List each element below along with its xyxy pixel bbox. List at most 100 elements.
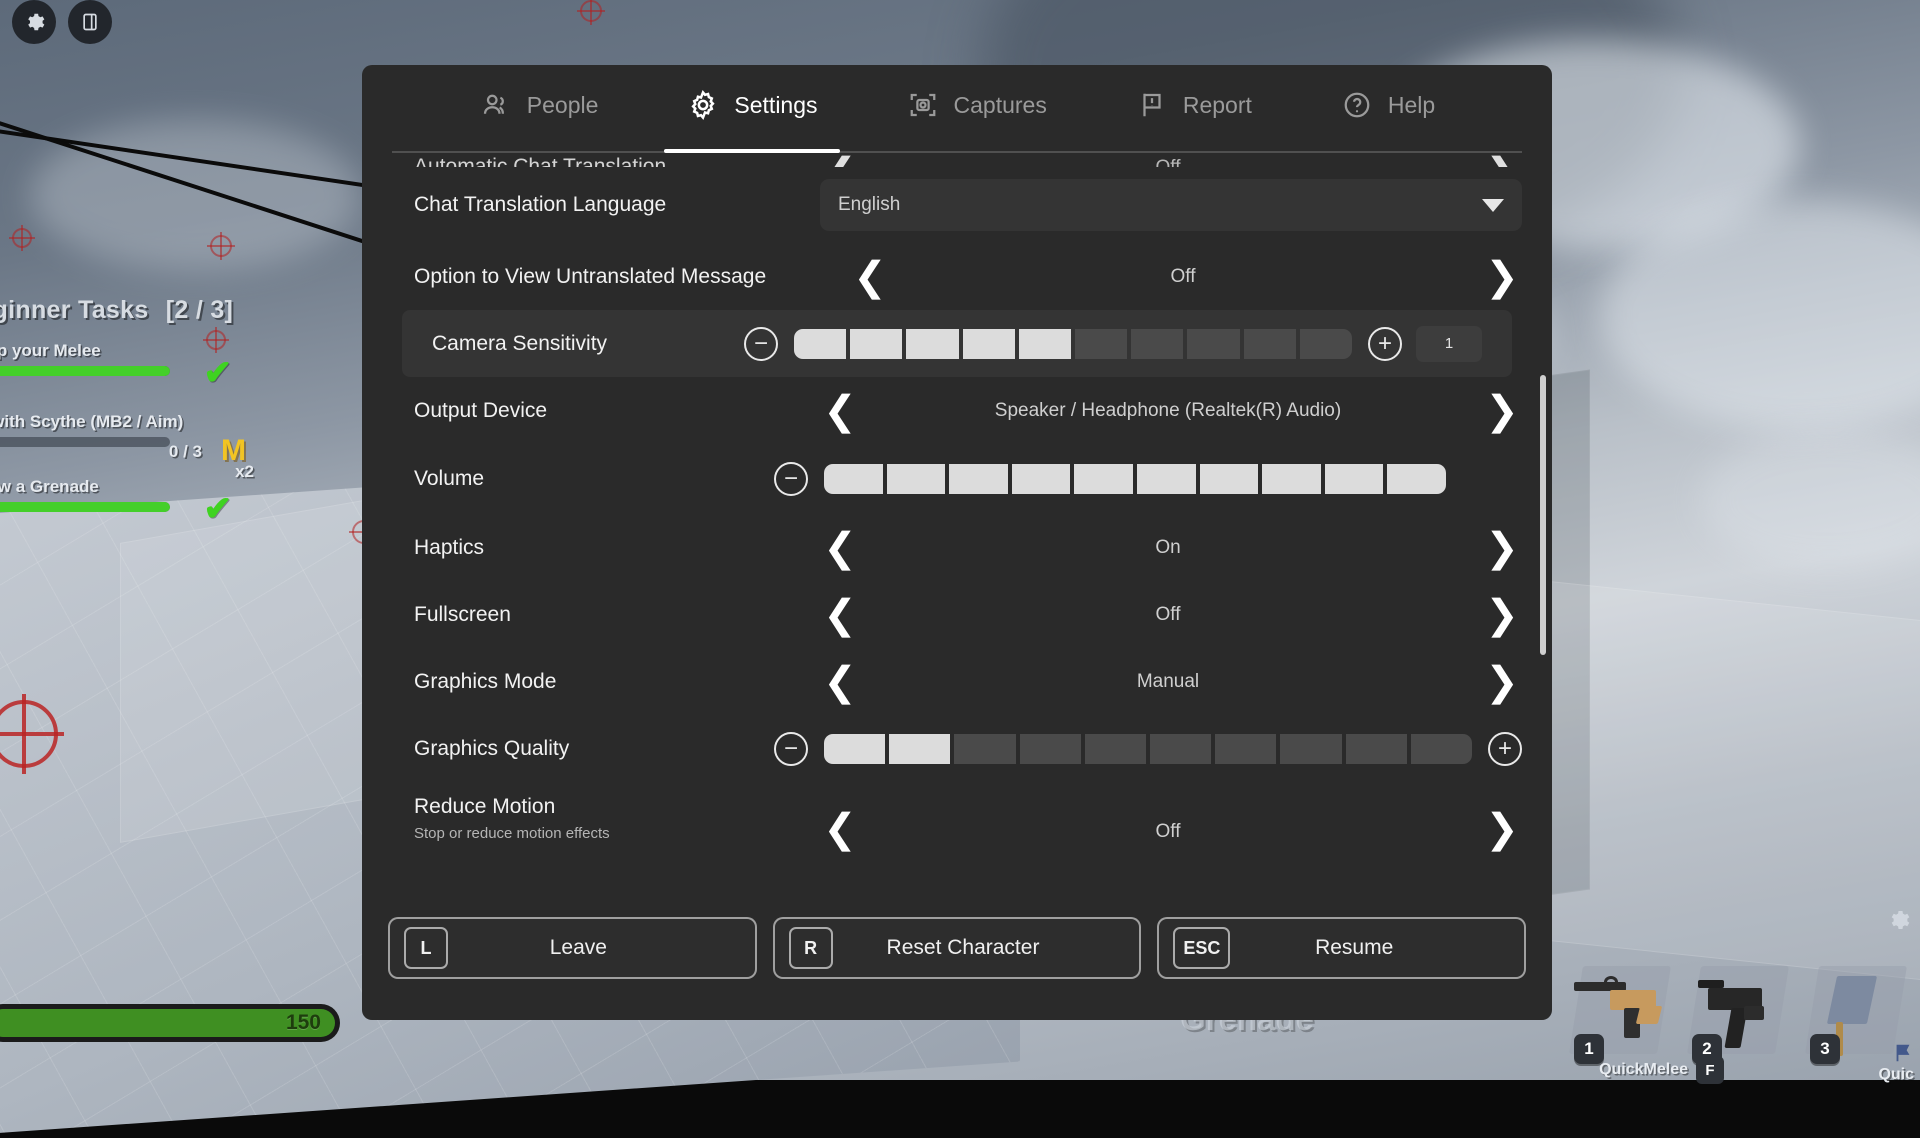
plus-button[interactable]: + — [1368, 327, 1402, 361]
minus-button[interactable]: − — [774, 462, 808, 496]
capture-icon — [906, 88, 940, 122]
task-complete-check-icon: ✔ — [204, 353, 233, 393]
reset-character-button[interactable]: R Reset Character — [773, 917, 1142, 979]
resume-button-label: Resume — [1230, 936, 1524, 960]
minus-button[interactable]: − — [744, 327, 778, 361]
tab-label: Captures — [954, 92, 1047, 119]
book-icon[interactable] — [68, 0, 112, 44]
panel-footer: L Leave R Reset Character ESC Resume — [362, 902, 1552, 1020]
volume-segments[interactable] — [824, 464, 1446, 494]
gear-icon[interactable] — [1886, 908, 1912, 934]
setting-value: Off — [814, 821, 1522, 843]
setting-label: Option to View Untranslated Message — [414, 265, 844, 289]
chevron-right-icon[interactable]: ❯ — [1482, 662, 1522, 702]
tab-label: Report — [1183, 92, 1252, 119]
graphics-quality-segments[interactable] — [824, 734, 1472, 764]
setting-value: Manual — [814, 671, 1522, 693]
setting-row-graphics-mode[interactable]: Graphics Mode ❮ Manual ❯ — [362, 648, 1552, 715]
weapon-slot-2[interactable]: 2 — [1684, 958, 1792, 1070]
chevron-right-icon[interactable]: ❯ — [1482, 595, 1522, 635]
setting-row-chat-translation-language[interactable]: Chat Translation Language English — [362, 167, 1552, 243]
plus-button[interactable]: + — [1488, 732, 1522, 766]
setting-row-output-device[interactable]: Output Device ❮ Speaker / Headphone (Rea… — [362, 377, 1552, 444]
setting-row-fullscreen[interactable]: Fullscreen ❮ Off ❯ — [362, 581, 1552, 648]
setting-label: Fullscreen — [414, 603, 814, 627]
graphics-quality-stepper[interactable]: − + — [774, 732, 1522, 766]
chevron-right-icon[interactable]: ❯ — [1482, 153, 1522, 167]
vertical-scrollbar[interactable] — [1540, 375, 1546, 655]
chat-translation-language-dropdown[interactable]: English — [820, 179, 1522, 231]
reset-character-button-key: R — [789, 927, 833, 969]
quick-melee-label: QuickMelee — [1599, 1061, 1688, 1079]
flag-icon[interactable] — [1892, 1042, 1914, 1070]
reticle-decal — [12, 228, 32, 248]
setting-row-camera-sensitivity[interactable]: Camera Sensitivity − + 1 — [402, 310, 1512, 377]
tab-captures[interactable]: Captures — [862, 65, 1091, 145]
weapon-slots: 1 2 3 — [1566, 958, 1910, 1070]
tab-report[interactable]: Report — [1091, 65, 1296, 145]
help-icon — [1340, 88, 1374, 122]
tab-label: Help — [1388, 92, 1435, 119]
task-progress-bar — [0, 366, 170, 376]
resume-button-key: ESC — [1173, 927, 1230, 969]
setting-label: Output Device — [414, 399, 814, 423]
reticle-decal — [580, 0, 602, 22]
gear-icon — [686, 88, 720, 122]
setting-value: Off — [814, 157, 1522, 167]
setting-row-automatic-chat-translation[interactable]: Automatic Chat Translation ❮ Off ❯ — [362, 145, 1552, 167]
settings-scroll-area[interactable]: Automatic Chat Translation ❮ Off ❯ Chat … — [362, 145, 1552, 902]
weapon-slot-1[interactable]: 1 — [1566, 958, 1674, 1070]
setting-row-option-to-view-untranslated-message[interactable]: Option to View Untranslated Message ❮ Of… — [362, 243, 1552, 310]
resume-button[interactable]: ESC Resume — [1157, 917, 1526, 979]
weapon-slot-key: 3 — [1810, 1034, 1840, 1064]
task-item: Throw a Grenade ✔ — [0, 477, 260, 512]
tab-people[interactable]: People — [435, 65, 643, 145]
setting-label: Graphics Quality — [414, 737, 774, 761]
setting-label: Chat Translation Language — [414, 193, 814, 217]
chevron-right-icon[interactable]: ❯ — [1482, 809, 1522, 849]
structure-block — [1520, 578, 1920, 982]
setting-label: Volume — [414, 467, 774, 491]
camera-sensitivity-segments[interactable] — [794, 329, 1352, 359]
chevron-down-icon — [1482, 199, 1504, 212]
chevron-right-icon[interactable]: ❯ — [1482, 257, 1522, 297]
cloud — [1700, 430, 1920, 570]
dropdown-selected-value: English — [838, 194, 1482, 216]
tasks-counter: [2 / 3] — [166, 296, 233, 324]
leave-button-label: Leave — [448, 936, 755, 960]
camera-sensitivity-stepper[interactable]: − + 1 — [744, 326, 1482, 362]
setting-label: Graphics Mode — [414, 670, 814, 694]
settings-panel: People Settings Captures Report H — [362, 65, 1552, 1020]
setting-value: On — [814, 537, 1522, 559]
leave-button-key: L — [404, 927, 448, 969]
setting-label: Haptics — [414, 536, 814, 560]
setting-row-graphics-quality[interactable]: Graphics Quality − + — [362, 715, 1552, 783]
tasks-title: Beginner Tasks [2 / 3] — [0, 296, 260, 325]
task-item: Kill with Scythe (MB2 / Aim) 0 / 3 M x2 — [0, 412, 260, 447]
beginner-tasks-hud: Beginner Tasks [2 / 3] Equip your Melee … — [0, 296, 260, 512]
gear-icon[interactable] — [12, 0, 56, 44]
setting-value: Off — [814, 604, 1522, 626]
tab-label: People — [527, 92, 599, 119]
tab-label: Settings — [734, 92, 817, 119]
setting-value: Speaker / Headphone (Realtek(R) Audio) — [814, 400, 1522, 422]
health-value: 150 — [286, 1011, 321, 1035]
task-progress-bar — [0, 437, 170, 447]
panel-tab-bar: People Settings Captures Report H — [362, 65, 1552, 145]
chevron-right-icon[interactable]: ❯ — [1482, 528, 1522, 568]
tab-help[interactable]: Help — [1296, 65, 1479, 145]
tab-settings[interactable]: Settings — [642, 65, 861, 145]
setting-label: Camera Sensitivity — [432, 332, 744, 356]
volume-stepper[interactable]: − — [774, 462, 1522, 496]
minus-button[interactable]: − — [774, 732, 808, 766]
flag-icon — [1135, 88, 1169, 122]
chevron-right-icon[interactable]: ❯ — [1482, 391, 1522, 431]
camera-sensitivity-value[interactable]: 1 — [1416, 326, 1482, 362]
tasks-title-text: Beginner Tasks — [0, 296, 149, 324]
setting-row-reduce-motion[interactable]: Reduce Motion Stop or reduce motion effe… — [362, 783, 1552, 861]
leave-button[interactable]: L Leave — [388, 917, 757, 979]
task-complete-check-icon: ✔ — [204, 489, 233, 529]
setting-row-volume[interactable]: Volume − — [362, 444, 1552, 514]
setting-row-haptics[interactable]: Haptics ❮ On ❯ — [362, 514, 1552, 581]
setting-label: Reduce Motion — [414, 795, 814, 819]
